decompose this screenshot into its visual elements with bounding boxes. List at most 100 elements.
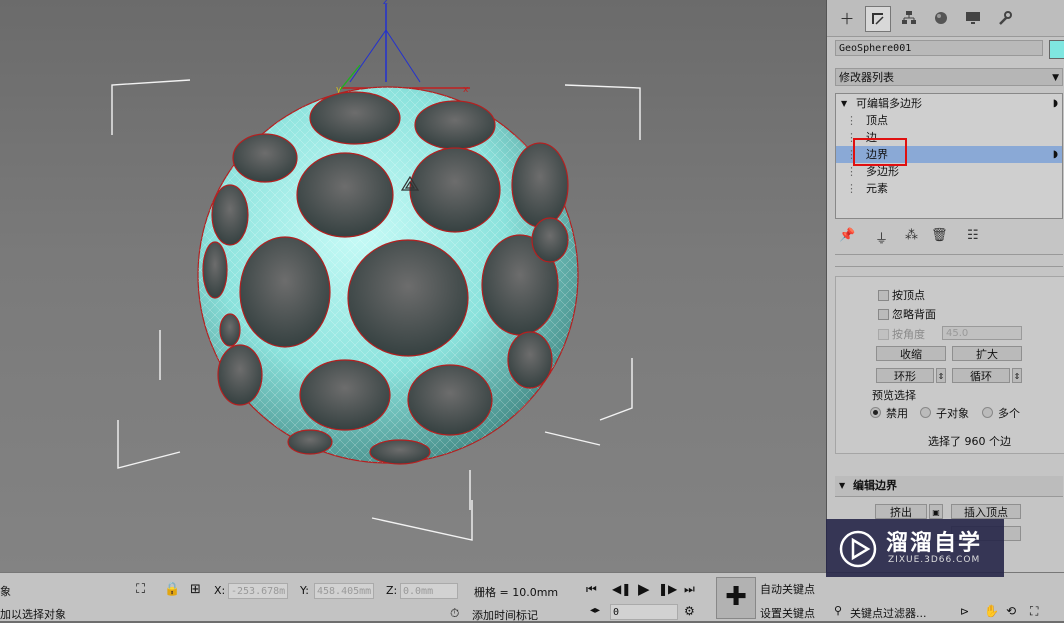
watermark-logo: 溜溜自学 ZIXUE.3D66.COM xyxy=(826,519,1004,577)
by-angle-checkbox[interactable] xyxy=(878,329,889,340)
divider xyxy=(835,254,1063,255)
object-name-field[interactable]: GeoSphere001 xyxy=(835,40,1043,56)
time-tag-icon[interactable]: ⏱ xyxy=(450,606,459,621)
maximize-viewport-icon[interactable]: ⛶ xyxy=(1030,604,1038,619)
geosphere-mesh[interactable] xyxy=(197,86,579,465)
preview-subobject-label: 子对象 xyxy=(936,407,969,420)
by-vertex-checkbox[interactable] xyxy=(878,290,889,301)
play-icon[interactable]: ▶ xyxy=(638,580,650,598)
zoom-icon[interactable]: ⊳ xyxy=(960,605,969,618)
preview-multi-label: 多个 xyxy=(998,407,1020,420)
set-key-plus-icon[interactable]: ✚ xyxy=(716,577,756,619)
bulb-icon[interactable]: ◗ xyxy=(1053,146,1058,163)
ignore-backfacing-label: 忽略背面 xyxy=(892,308,936,321)
command-panel: ＋ GeoSphere001 修改器列表 ▼ ▼ 可编辑多边形 ◗ ⋮ 顶点 ⋮… xyxy=(826,0,1064,572)
key-filters-button[interactable]: 关键点过滤器... xyxy=(850,605,927,621)
add-time-tag-button[interactable]: 添加时间标记 xyxy=(472,607,538,623)
insert-vertex-button[interactable]: 插入顶点 xyxy=(951,504,1021,519)
collapse-triangle-icon[interactable]: ▼ xyxy=(841,95,847,112)
y-label: Y: xyxy=(300,584,309,597)
loop-button[interactable]: 循环 xyxy=(952,368,1010,383)
edit-borders-title: 编辑边界 xyxy=(853,479,897,492)
stack-toolbar: 📌 ⏚ ⁂ 🗑 ☷ xyxy=(835,228,1063,248)
modify-icon[interactable] xyxy=(865,6,891,32)
command-panel-tabs: ＋ xyxy=(827,0,1064,37)
modifier-list-label: 修改器列表 xyxy=(839,71,894,84)
key-mode-toggle-icon[interactable]: ◂▸ xyxy=(590,605,600,616)
create-plus-icon[interactable]: ＋ xyxy=(835,6,859,30)
next-frame-icon[interactable]: ❚▶ xyxy=(658,582,677,596)
grow-button[interactable]: 扩大 xyxy=(952,346,1022,361)
preview-multi-radio[interactable] xyxy=(982,407,993,418)
preview-selection-title: 预览选择 xyxy=(872,389,916,402)
current-frame-field[interactable]: 0 xyxy=(610,604,678,620)
by-vertex-label: 按顶点 xyxy=(892,289,925,302)
key-filters-icon[interactable]: ⚲ xyxy=(834,604,842,617)
preview-subobject-radio[interactable] xyxy=(920,407,931,418)
play-logo-icon xyxy=(839,530,877,568)
stack-item-vertex[interactable]: ⋮ 顶点 xyxy=(836,112,1062,129)
set-key-button[interactable]: 设置关键点 xyxy=(760,605,815,621)
go-to-start-icon[interactable]: ⏮ xyxy=(586,582,597,597)
hierarchy-icon[interactable] xyxy=(897,6,921,30)
status-bar: 象 加以选择对象 ⛶ 🔒 ⊞ X: -253.678m Y: 458.405mm… xyxy=(0,572,1064,623)
pin-stack-icon[interactable]: 📌 xyxy=(839,228,855,243)
stack-item-label: 元素 xyxy=(866,182,888,195)
transform-gizmo[interactable]: x y z xyxy=(336,0,470,95)
selection-status-text: 选择了 960 个边 xyxy=(928,435,1011,448)
preview-off-radio[interactable] xyxy=(870,407,881,418)
remove-modifier-trash-icon[interactable]: 🗑 xyxy=(931,228,948,243)
status-prompt-line1: 象 xyxy=(0,585,11,598)
stack-item-element[interactable]: ⋮ 元素 xyxy=(836,180,1062,197)
divider xyxy=(835,266,1063,267)
ignore-backfacing-checkbox[interactable] xyxy=(878,309,889,320)
configure-modifier-sets-icon[interactable]: ☷ xyxy=(967,228,979,243)
y-coordinate-field[interactable]: 458.405mm xyxy=(314,583,374,599)
orbit-icon[interactable]: ⟲ xyxy=(1006,604,1016,618)
watermark-title: 溜溜自学 xyxy=(886,531,983,556)
absolute-mode-icon[interactable]: ⊞ xyxy=(190,582,201,597)
make-unique-icon[interactable]: ⁂ xyxy=(905,228,918,243)
extrude-button[interactable]: 挤出 xyxy=(875,504,927,519)
motion-icon[interactable] xyxy=(929,6,953,30)
angle-spinner[interactable]: 45.0 xyxy=(942,326,1022,340)
loop-spinner-arrows-icon[interactable]: ⇕ xyxy=(1012,368,1022,383)
watermark-url: ZIXUE.3D66.COM xyxy=(888,555,981,565)
collapse-triangle-icon: ▼ xyxy=(839,481,846,490)
geosphere-viewport-render: x y z xyxy=(111,0,641,541)
display-icon[interactable] xyxy=(961,6,985,30)
perspective-viewport[interactable]: x y z xyxy=(0,0,826,572)
extrude-settings-icon[interactable]: ▣ xyxy=(929,504,943,519)
preview-off-label: 禁用 xyxy=(886,407,908,420)
grid-spacing-label: 栅格 = 10.0mm xyxy=(474,586,559,599)
previous-frame-icon[interactable]: ◀❚ xyxy=(612,582,631,596)
modifier-list-dropdown[interactable]: 修改器列表 ▼ xyxy=(835,68,1063,86)
by-angle-label: 按角度 xyxy=(892,328,925,341)
x-coordinate-field[interactable]: -253.678m xyxy=(228,583,288,599)
z-label: Z: xyxy=(386,584,398,597)
isolate-selection-icon[interactable]: ⛶ xyxy=(136,582,145,597)
utilities-wrench-icon[interactable] xyxy=(993,6,1017,30)
x-label: X: xyxy=(214,584,226,597)
show-end-result-icon[interactable]: ⏚ xyxy=(875,228,888,247)
stack-root-label: 可编辑多边形 xyxy=(856,97,922,110)
svg-text:z: z xyxy=(383,0,388,7)
svg-text:x: x xyxy=(463,85,469,95)
chevron-down-icon: ▼ xyxy=(1052,73,1059,83)
edit-borders-rollout-header[interactable]: ▼ 编辑边界 xyxy=(835,476,1063,497)
shrink-button[interactable]: 收缩 xyxy=(876,346,946,361)
object-color-swatch[interactable] xyxy=(1049,40,1064,59)
time-configuration-icon[interactable]: ⚙ xyxy=(684,604,695,618)
stack-item-editable-poly[interactable]: ▼ 可编辑多边形 ◗ xyxy=(836,95,1062,112)
pan-hand-icon[interactable]: ✋ xyxy=(984,604,999,618)
bulb-icon[interactable]: ◗ xyxy=(1053,95,1058,112)
stack-item-label: 顶点 xyxy=(866,114,888,127)
auto-key-button[interactable]: 自动关键点 xyxy=(760,581,815,597)
ring-spinner-arrows-icon[interactable]: ⇕ xyxy=(936,368,946,383)
ring-button[interactable]: 环形 xyxy=(876,368,934,383)
lock-selection-icon[interactable]: 🔒 xyxy=(164,582,180,597)
selection-rollout: 按顶点 忽略背面 按角度 45.0 收缩 扩大 环形 ⇕ 循环 ⇕ 预览选择 禁… xyxy=(835,276,1064,454)
highlight-box-annotation xyxy=(853,138,907,166)
z-coordinate-field[interactable]: 0.0mm xyxy=(400,583,458,599)
go-to-end-icon[interactable]: ⏭ xyxy=(684,582,695,597)
